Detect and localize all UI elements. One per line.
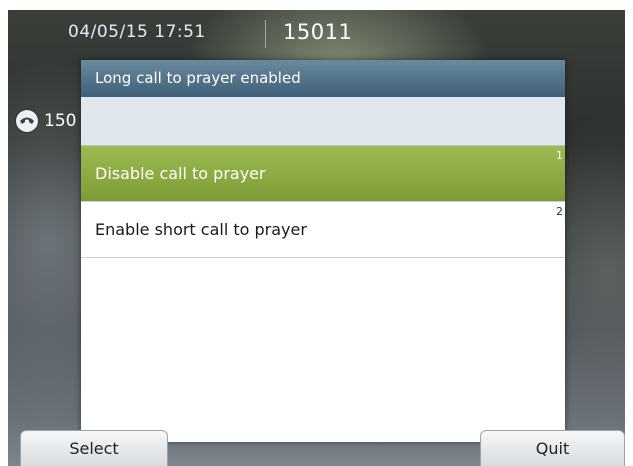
date-time: 04/05/15 17:51 — [68, 22, 206, 42]
status-bar: 04/05/15 17:51 15011 — [8, 10, 625, 60]
menu-item-number: 1 — [556, 149, 563, 162]
phone-screen: 04/05/15 17:51 15011 150 Long call to pr… — [8, 10, 625, 466]
line-label: 150 — [44, 111, 77, 131]
select-softkey[interactable]: Select — [20, 430, 168, 466]
menu-item-number: 2 — [556, 205, 563, 218]
dialog-title: Long call to prayer enabled — [81, 60, 565, 97]
menu-item-enable-short-call-to-prayer[interactable]: Enable short call to prayer 2 — [81, 202, 565, 258]
extension-number: 15011 — [283, 20, 353, 44]
quit-softkey[interactable]: Quit — [480, 430, 625, 466]
call-to-prayer-dialog: Long call to prayer enabled Disable call… — [81, 60, 565, 442]
menu-item-disable-call-to-prayer[interactable]: Disable call to prayer 1 — [81, 146, 565, 202]
menu-item-label: Disable call to prayer — [95, 164, 266, 183]
menu-item-label: Enable short call to prayer — [95, 220, 307, 239]
status-divider — [265, 20, 266, 48]
dialog-input-area[interactable] — [81, 97, 565, 146]
handset-icon — [16, 110, 38, 132]
